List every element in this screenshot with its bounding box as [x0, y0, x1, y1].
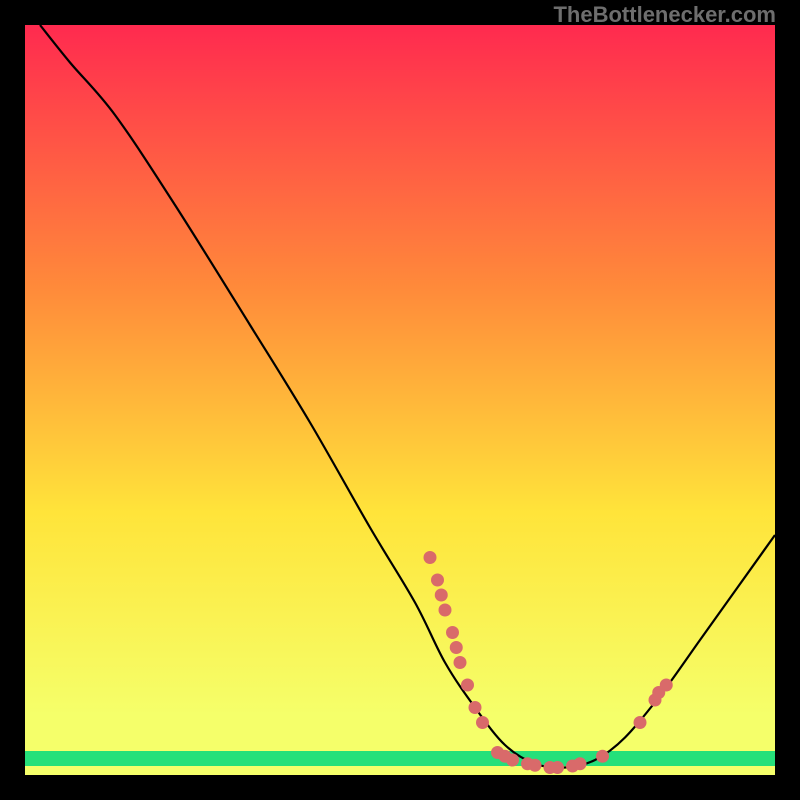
data-point: [551, 761, 564, 774]
data-point: [634, 716, 647, 729]
data-point: [424, 551, 437, 564]
data-point: [431, 574, 444, 587]
data-point: [469, 701, 482, 714]
data-point: [660, 679, 673, 692]
gradient-background: [25, 25, 775, 775]
data-point: [506, 754, 519, 767]
data-point: [450, 641, 463, 654]
data-point: [439, 604, 452, 617]
data-point: [461, 679, 474, 692]
data-point: [596, 750, 609, 763]
chart-svg: [25, 25, 775, 775]
data-point: [476, 716, 489, 729]
data-point: [529, 759, 542, 772]
bottom-pale-band: [25, 766, 775, 775]
data-point: [574, 757, 587, 770]
data-point: [435, 589, 448, 602]
data-point: [446, 626, 459, 639]
chart-plot-area: [25, 25, 775, 775]
data-point: [454, 656, 467, 669]
watermark-text: TheBottlenecker.com: [553, 2, 776, 28]
